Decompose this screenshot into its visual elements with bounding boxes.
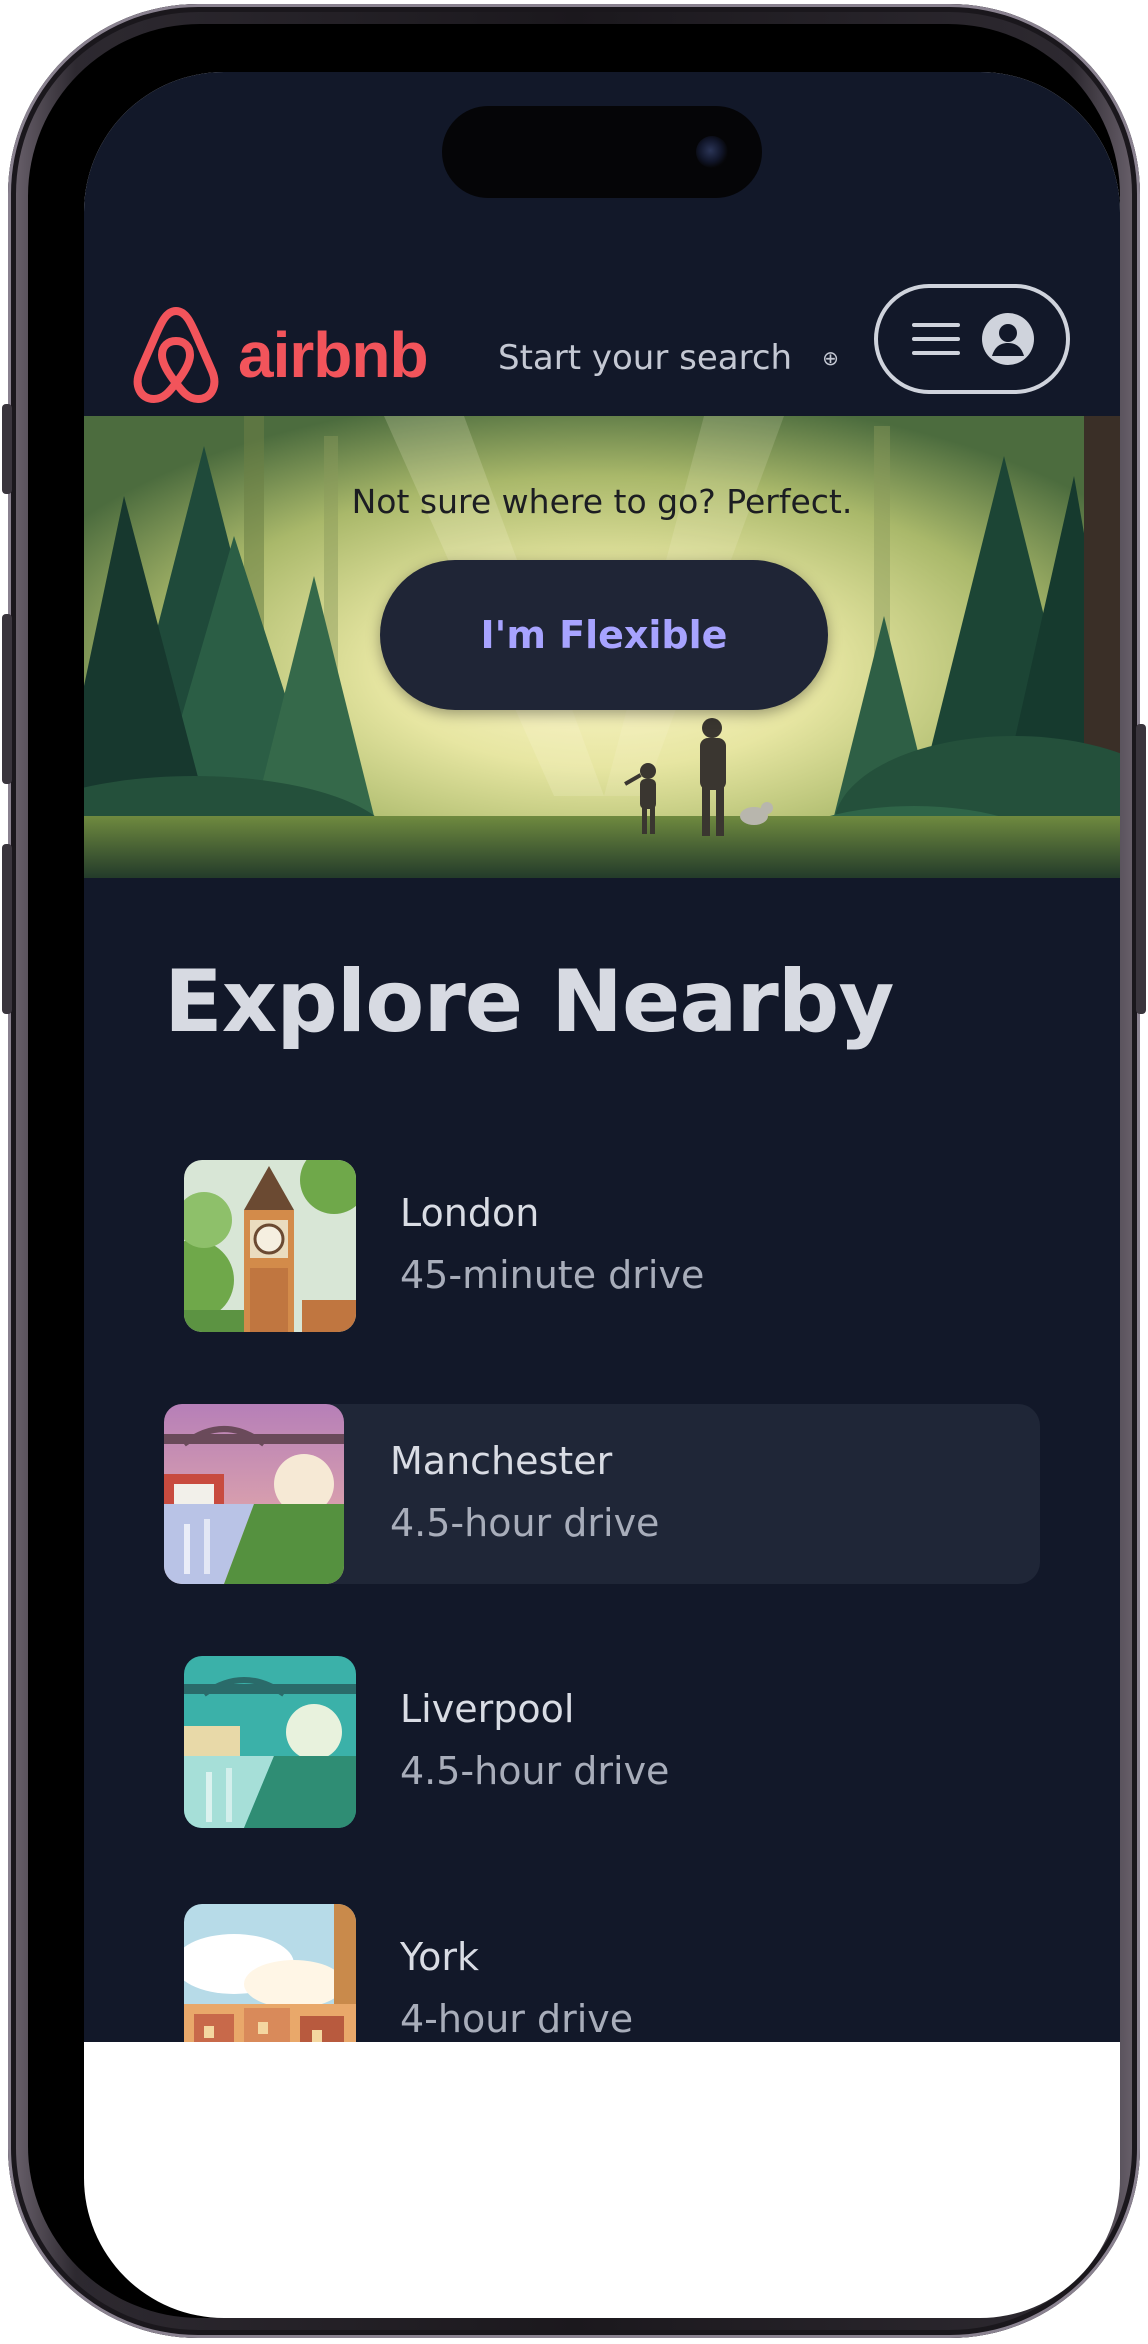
item-name: York — [400, 1935, 480, 1979]
york-thumbnail — [184, 1904, 356, 2042]
search-bar[interactable]: Start your search ⊕ — [498, 338, 839, 378]
item-name: London — [400, 1191, 540, 1235]
big-ben-icon — [184, 1160, 356, 1332]
action-button — [2, 404, 12, 494]
volume-up-button — [2, 614, 12, 784]
york-townhouses-icon — [184, 1904, 356, 2042]
liverpool-text: Liverpool 4.5-hour drive — [400, 1680, 669, 1804]
section-title: Explore Nearby — [164, 952, 894, 1052]
volume-down-button — [2, 844, 12, 1014]
airbnb-logo-icon — [133, 307, 219, 403]
globe-icon[interactable]: ⊕ — [822, 346, 839, 370]
item-drive-time: 4.5-hour drive — [400, 1749, 670, 1793]
camera-icon — [696, 136, 728, 168]
manchester-thumbnail — [164, 1404, 344, 1584]
im-flexible-button[interactable]: I'm Flexible — [380, 560, 828, 710]
search-placeholder: Start your search — [498, 338, 793, 378]
item-drive-time: 45-minute drive — [400, 1253, 705, 1297]
hamburger-menu-icon — [911, 323, 960, 355]
top-navbar: airbnb Start your search ⊕ — [84, 242, 1120, 403]
user-menu-button[interactable] — [874, 284, 1070, 394]
item-name: Liverpool — [400, 1687, 575, 1731]
liverpool-thumbnail — [184, 1656, 356, 1828]
list-item-manchester[interactable]: Manchester 4.5-hour drive — [164, 1404, 1040, 1584]
list-item-liverpool[interactable]: Liverpool 4.5-hour drive — [184, 1656, 1044, 1828]
airbnb-logo[interactable]: airbnb — [128, 300, 429, 410]
canal-bridge-icon — [184, 1656, 356, 1828]
item-drive-time: 4-hour drive — [400, 1997, 634, 2041]
dynamic-island — [442, 106, 762, 198]
hero-prompt: Not sure where to go? Perfect. — [351, 482, 853, 521]
user-avatar-icon — [981, 313, 1034, 365]
phone-screen: airbnb Start your search ⊕ Not sure wher… — [84, 72, 1120, 2318]
phone-frame: airbnb Start your search ⊕ Not sure wher… — [2, 4, 1146, 2338]
phone-bezel: airbnb Start your search ⊕ Not sure wher… — [28, 24, 1120, 2318]
york-text: York 4-hour drive — [400, 1928, 633, 2042]
manchester-text: Manchester 4.5-hour drive — [390, 1432, 659, 1556]
logo-text: airbnb — [238, 319, 429, 391]
list-item-york[interactable]: York 4-hour drive — [184, 1904, 1044, 2042]
london-text: London 45-minute drive — [400, 1184, 704, 1308]
canal-bridge-icon — [164, 1404, 344, 1584]
hero-banner: Not sure where to go? Perfect. I'm Flexi… — [84, 416, 1120, 878]
power-button — [1136, 724, 1146, 1014]
london-thumbnail — [184, 1160, 356, 1332]
app-viewport: airbnb Start your search ⊕ Not sure wher… — [84, 72, 1120, 2042]
list-item-london[interactable]: London 45-minute drive — [184, 1160, 1044, 1332]
item-name: Manchester — [390, 1439, 613, 1483]
item-drive-time: 4.5-hour drive — [390, 1501, 660, 1545]
